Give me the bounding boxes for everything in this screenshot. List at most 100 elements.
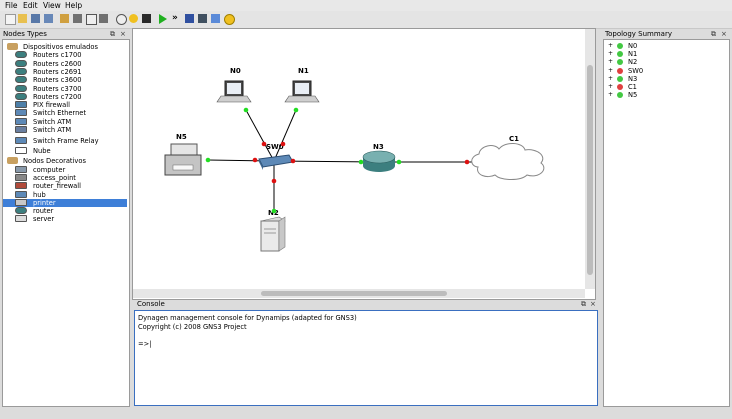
topology-item[interactable]: + N0 [604, 42, 728, 50]
expand-icon[interactable]: + [608, 67, 613, 75]
ellipse-icon[interactable] [211, 14, 220, 23]
node-type-item[interactable]: Switch Frame Relay [3, 136, 127, 145]
topology-item-label: C1 [628, 83, 637, 91]
power-icon[interactable] [116, 14, 127, 25]
topology-item[interactable]: + SW0 [604, 67, 728, 75]
topology-summary-panel: + N0 + N1 + N2 + SW0 + N3 + C1 + N5 [603, 39, 730, 407]
node-type-item[interactable]: printer [3, 198, 127, 207]
node-type-label: Routers c2600 [33, 59, 82, 68]
node-type-item[interactable]: Switch ATM [3, 126, 127, 134]
node-type-item[interactable]: Routers c2691 [3, 67, 127, 76]
node-type-label: Routers c1700 [33, 51, 82, 60]
new-icon[interactable] [5, 14, 16, 25]
topology-item[interactable]: + C1 [604, 83, 728, 91]
node-n0-laptop[interactable] [216, 80, 252, 103]
menu-edit[interactable]: Edit [23, 1, 38, 10]
console-prompt[interactable]: =>| [138, 340, 151, 348]
pointer-icon[interactable] [60, 14, 69, 23]
canvas-vscrollbar[interactable] [585, 29, 595, 289]
dock-float-icon[interactable]: ⧉ [110, 30, 115, 39]
firewall-icon [15, 101, 27, 109]
topology-canvas[interactable]: N0 N1 N5 SW0 N3 C1 [132, 28, 596, 300]
node-type-item[interactable]: hub [3, 190, 127, 199]
topology-item[interactable]: + N2 [604, 58, 728, 66]
expand-icon[interactable]: + [608, 91, 613, 99]
node-type-item[interactable]: Switch ATM [3, 117, 127, 126]
annotate-icon[interactable] [224, 14, 235, 25]
expand-icon[interactable]: + [608, 75, 613, 83]
node-type-item[interactable]: Switch Ethernet [3, 109, 127, 117]
category-item[interactable]: Nodos Decorativos [3, 157, 129, 165]
node-type-item[interactable]: server [3, 215, 127, 223]
router-icon [15, 51, 27, 59]
node-type-item[interactable]: Routers c2600 [3, 59, 127, 68]
node-type-item[interactable]: router_firewall [3, 182, 127, 190]
dock-close-icon[interactable]: × [120, 30, 126, 38]
node-n3-router[interactable] [362, 150, 396, 172]
status-indicator-icon [617, 92, 623, 99]
screenshot-icon[interactable] [185, 14, 194, 23]
node-type-item[interactable]: Nube [3, 147, 127, 155]
select-icon[interactable] [73, 14, 82, 23]
suspend-icon[interactable] [158, 14, 167, 24]
node-n5-printer[interactable] [164, 143, 202, 176]
console-output[interactable]: Dynagen management console for Dynamips … [134, 310, 598, 406]
topology-item[interactable]: + N5 [604, 91, 728, 99]
capture-icon[interactable] [99, 14, 108, 23]
stop-icon[interactable]: » [172, 14, 181, 23]
console-line: Dynagen management console for Dynamips … [138, 314, 357, 322]
category-item[interactable]: Dispositivos emulados [3, 43, 129, 51]
cloud-icon [15, 147, 27, 154]
status-indicator-icon [617, 75, 623, 82]
console-close-icon[interactable]: × [590, 300, 596, 308]
expand-icon[interactable]: + [608, 58, 613, 66]
topology-float-icon[interactable]: ⧉ [711, 30, 716, 39]
node-type-item[interactable]: PIX firewall [3, 101, 127, 109]
canvas-vscroll-thumb[interactable] [587, 65, 593, 275]
node-type-item[interactable]: Routers c7200 [3, 92, 127, 101]
nodes-types-title: Nodes Types [3, 30, 47, 38]
menu-view[interactable]: View [43, 1, 61, 10]
node-type-item[interactable]: router [3, 207, 127, 215]
node-type-label: server [33, 215, 55, 224]
node-type-item[interactable]: access_point [3, 173, 127, 182]
play-icon[interactable] [129, 14, 138, 23]
save-as-icon[interactable] [44, 14, 53, 23]
node-sw0-switch[interactable] [258, 154, 294, 170]
canvas-hscrollbar[interactable] [133, 289, 585, 298]
console-float-icon[interactable]: ⧉ [581, 300, 586, 309]
topology-item[interactable]: + N1 [604, 50, 728, 58]
node-type-item[interactable]: Routers c1700 [3, 51, 127, 59]
expand-icon[interactable]: + [608, 50, 613, 58]
fast-forward-icon[interactable] [142, 14, 151, 23]
canvas-hscroll-thumb[interactable] [261, 291, 447, 296]
link-n1-sw0[interactable] [273, 109, 297, 162]
category-icon [7, 157, 18, 165]
category-icon [7, 43, 18, 50]
open-icon[interactable] [18, 14, 27, 23]
expand-icon[interactable]: + [608, 83, 613, 91]
node-type-label: router_firewall [33, 182, 81, 191]
menu-help[interactable]: Help [65, 1, 82, 10]
rectangle-icon[interactable] [198, 14, 207, 23]
toolbar: » [0, 11, 732, 29]
menu-file[interactable]: File [5, 1, 18, 10]
topology-close-icon[interactable]: × [721, 30, 727, 38]
save-icon[interactable] [31, 14, 40, 23]
node-type-item[interactable]: Routers c3700 [3, 84, 127, 93]
expand-icon[interactable]: + [608, 42, 613, 50]
topology-item-label: N3 [628, 74, 638, 83]
node-n1-laptop[interactable] [284, 80, 320, 103]
node-type-item[interactable]: computer [3, 165, 127, 174]
node-type-label: PIX firewall [33, 101, 70, 110]
topology-item-label: N0 [628, 42, 638, 50]
node-type-item[interactable]: Routers c3600 [3, 76, 127, 84]
hub-icon [15, 190, 27, 198]
link-n0-sw0[interactable] [245, 109, 275, 162]
switch-icon [15, 117, 27, 125]
topology-item[interactable]: + N3 [604, 75, 728, 83]
node-c1-cloud[interactable] [471, 143, 545, 180]
interface-icon[interactable] [86, 14, 97, 25]
node-n2-server[interactable] [260, 216, 286, 252]
node-type-label: Switch ATM [33, 126, 72, 134]
